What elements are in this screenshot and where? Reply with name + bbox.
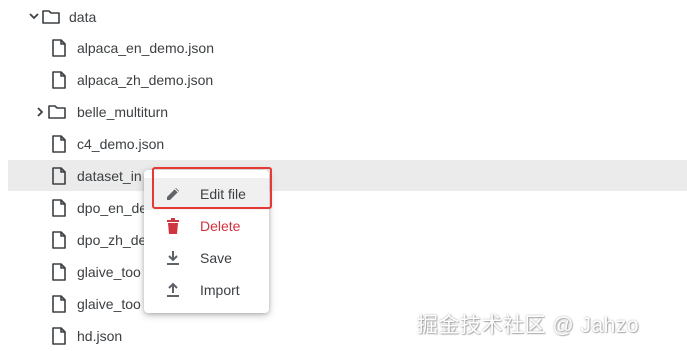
tree-item-folder[interactable]: belle_multiturn — [8, 96, 687, 127]
file-icon — [50, 38, 68, 58]
file-label: dataset_in — [77, 167, 142, 184]
file-label: glaive_too — [77, 295, 141, 312]
delete-menu-item[interactable]: Delete — [144, 210, 269, 242]
file-label: hd.json — [77, 327, 123, 344]
import-menu-item[interactable]: Import — [144, 274, 269, 306]
tree-item-file[interactable]: dpo_zh_de — [8, 224, 687, 255]
file-label: alpaca_zh_demo.json — [77, 71, 214, 88]
file-icon — [50, 294, 68, 314]
folder-icon — [48, 102, 66, 122]
trash-icon — [164, 217, 182, 235]
folder-icon — [42, 7, 60, 27]
file-icon — [50, 326, 68, 346]
chevron-down-icon[interactable] — [28, 11, 40, 23]
tree-item-file[interactable]: c4_demo.json — [8, 128, 687, 159]
tree-item-file[interactable]: dpo_en_de — [8, 192, 687, 223]
tree-item-file[interactable]: glaive_too — [8, 256, 687, 287]
file-label: c4_demo.json — [77, 135, 165, 152]
tree-item-file[interactable]: alpaca_en_demo.json — [8, 32, 687, 63]
file-label: glaive_too — [77, 263, 141, 280]
menu-item-label: Save — [200, 250, 232, 266]
file-icon — [50, 70, 68, 90]
download-icon — [164, 249, 182, 267]
file-label: dpo_zh_de — [77, 231, 147, 248]
file-label: alpaca_en_demo.json — [77, 39, 214, 56]
file-icon — [50, 230, 68, 250]
file-icon — [50, 134, 68, 154]
folder-label: belle_multiturn — [77, 103, 169, 120]
save-menu-item[interactable]: Save — [144, 242, 269, 274]
file-icon — [50, 166, 68, 186]
tree-item-file-selected[interactable]: dataset_in — [8, 160, 687, 191]
tree-item-file[interactable]: alpaca_zh_demo.json — [8, 64, 687, 95]
upload-icon — [164, 281, 182, 299]
chevron-right-icon[interactable] — [34, 106, 46, 118]
folder-label: data — [69, 8, 97, 25]
annotation-highlight-box — [152, 167, 272, 209]
file-label: dpo_en_de — [77, 199, 148, 216]
file-icon — [50, 262, 68, 282]
menu-item-label: Import — [200, 282, 240, 298]
folder-data[interactable]: data — [8, 1, 687, 32]
file-icon — [50, 198, 68, 218]
menu-item-label: Delete — [200, 218, 241, 234]
watermark: 掘金技术社区 @ Jahzo — [417, 314, 640, 337]
